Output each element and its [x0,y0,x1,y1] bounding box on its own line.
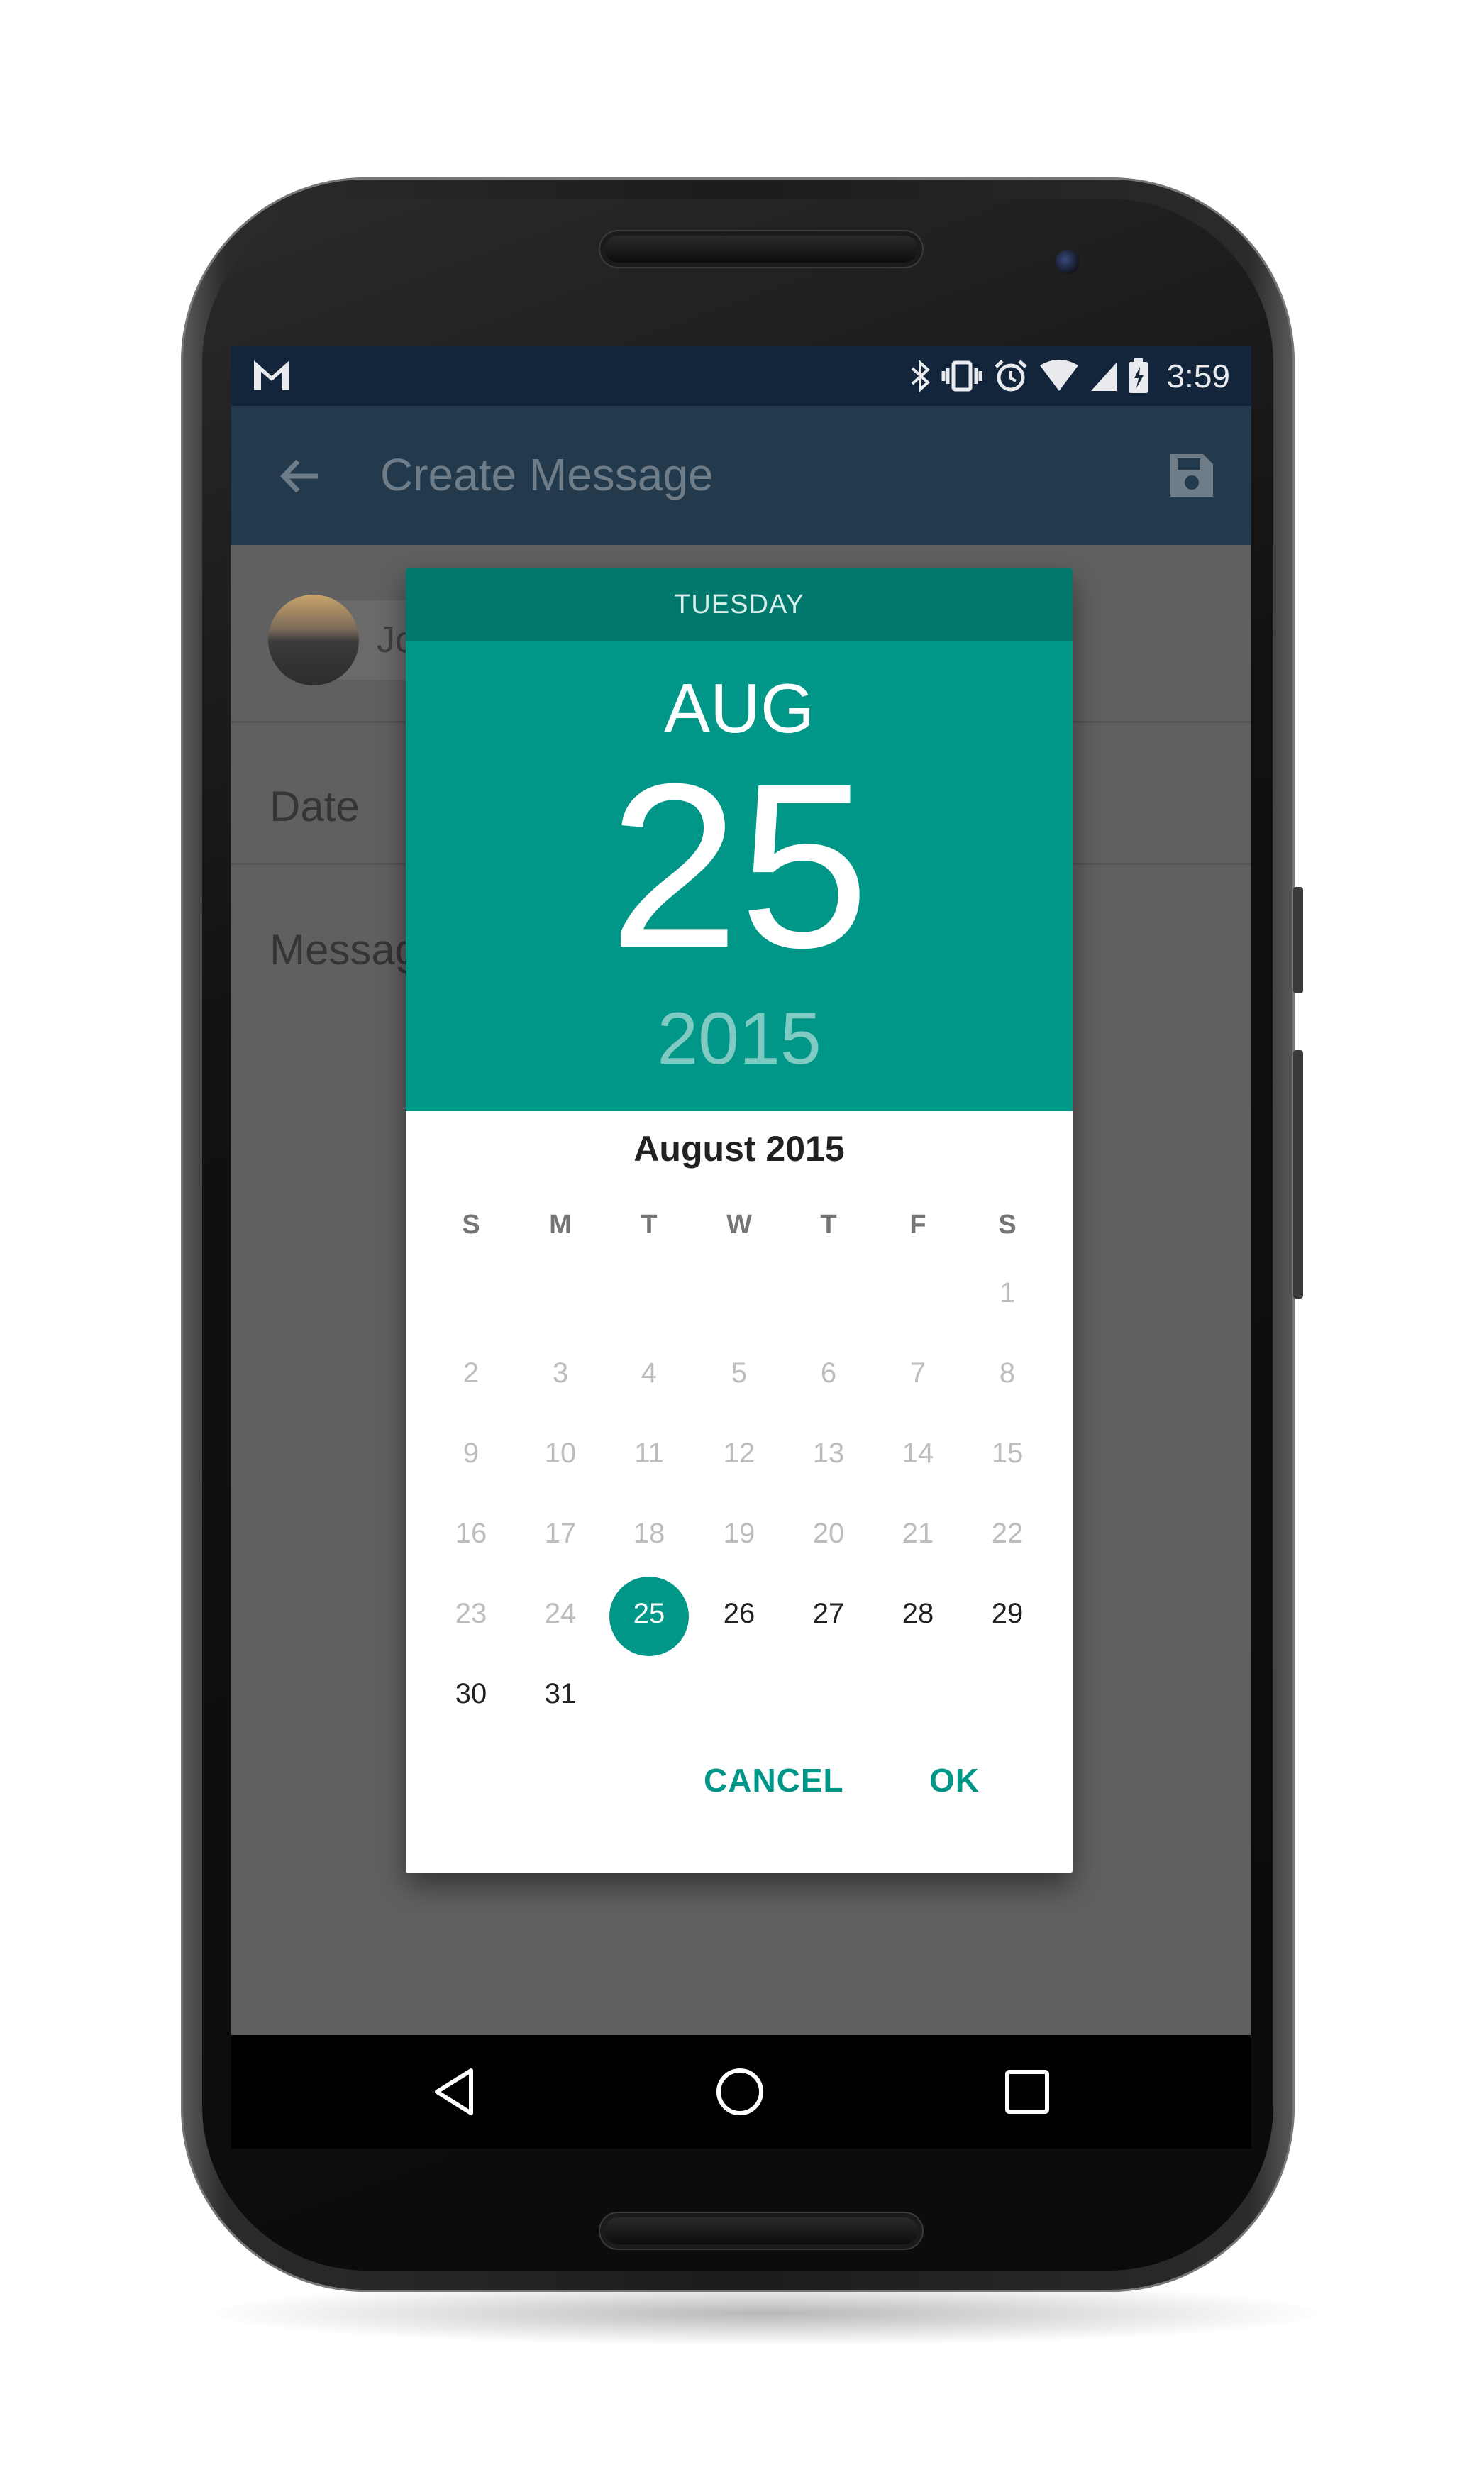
calendar-day[interactable]: 28 [875,1598,960,1630]
wifi-icon [1039,360,1080,392]
recents-square-icon[interactable] [1000,2065,1054,2122]
ok-button[interactable]: OK [929,1761,980,1799]
calendar-day: 23 [455,1598,487,1629]
calendar-day: 20 [812,1518,845,1549]
calendar-day: 5 [731,1357,748,1389]
message-field-label[interactable]: Messag [270,925,419,974]
status-clock: 3:59 [1166,358,1230,395]
calendar-day-selected[interactable]: 25 [607,1598,692,1630]
cancel-button[interactable]: CANCEL [704,1761,844,1799]
calendar-day: 16 [455,1518,487,1549]
calendar-day: 22 [991,1518,1024,1549]
calendar-day: 6 [820,1357,837,1389]
calendar-day: 7 [909,1357,926,1389]
calendar-day[interactable]: 27 [786,1598,871,1630]
calendar-day: 11 [634,1438,664,1469]
app-bar: Create Message [231,406,1251,545]
calendar-day: 24 [544,1598,577,1629]
date-picker-dialog: TUESDAY AUG 25 2015 August 2015 SMTWTFS … [406,568,1073,1873]
calendar-day: 3 [552,1357,569,1389]
status-icons: 3:59 [909,346,1230,406]
day-of-week: TUESDAY [406,568,1073,641]
weekday-label: S [998,1210,1017,1240]
avatar [268,595,359,685]
calendar-day: 10 [544,1438,577,1469]
selected-date[interactable]: 25 [406,749,1073,983]
app-bar-title: Create Message [380,449,714,500]
front-camera [1056,250,1080,274]
calendar-day: 13 [812,1438,845,1469]
power-button [1293,887,1303,993]
status-bar: 3:59 [231,346,1251,406]
top-speaker-grille [604,236,918,263]
weekday-label: M [549,1210,572,1240]
calendar-day: 15 [991,1438,1024,1469]
calendar-day: 19 [723,1518,755,1549]
signal-icon [1090,360,1118,392]
calendar-day: 12 [723,1438,755,1469]
weekday-label: S [462,1210,480,1240]
calendar-day: 18 [633,1518,665,1549]
weekday-label: T [641,1210,658,1240]
arrow-back-icon[interactable] [275,451,325,505]
navigation-bar [231,2035,1251,2149]
calendar-day[interactable]: 29 [965,1598,1050,1630]
calendar-month-title: August 2015 [633,1129,845,1169]
calendar-day: 1 [999,1277,1016,1308]
calendar-day: 2 [463,1357,480,1389]
back-triangle-icon[interactable] [428,2065,482,2122]
weekday-label: T [820,1210,837,1240]
calendar-day[interactable]: 26 [697,1598,782,1630]
bluetooth-icon [909,358,931,394]
calendar-day: 21 [902,1518,934,1549]
calendar-day: 8 [999,1357,1016,1389]
weekday-label: F [909,1210,926,1240]
gmail-icon [253,359,291,395]
calendar-day: 17 [544,1518,577,1549]
selected-year[interactable]: 2015 [406,997,1073,1081]
weekday-label: W [726,1210,752,1240]
bottom-speaker-grille [604,2217,918,2244]
battery-icon [1128,358,1149,394]
vibrate-icon [941,358,983,394]
date-picker-header: TUESDAY AUG 25 2015 [406,568,1073,1111]
date-field-label[interactable]: Date [270,782,360,831]
save-icon[interactable] [1166,450,1217,505]
calendar-day[interactable]: 31 [518,1678,603,1710]
calendar-day: 4 [641,1357,658,1389]
alarm-icon [993,358,1029,394]
volume-rocker [1293,1050,1303,1299]
home-circle-icon[interactable] [713,2065,767,2122]
calendar-day: 14 [902,1438,934,1469]
calendar-day[interactable]: 30 [428,1678,514,1710]
calendar-day: 9 [463,1438,480,1469]
